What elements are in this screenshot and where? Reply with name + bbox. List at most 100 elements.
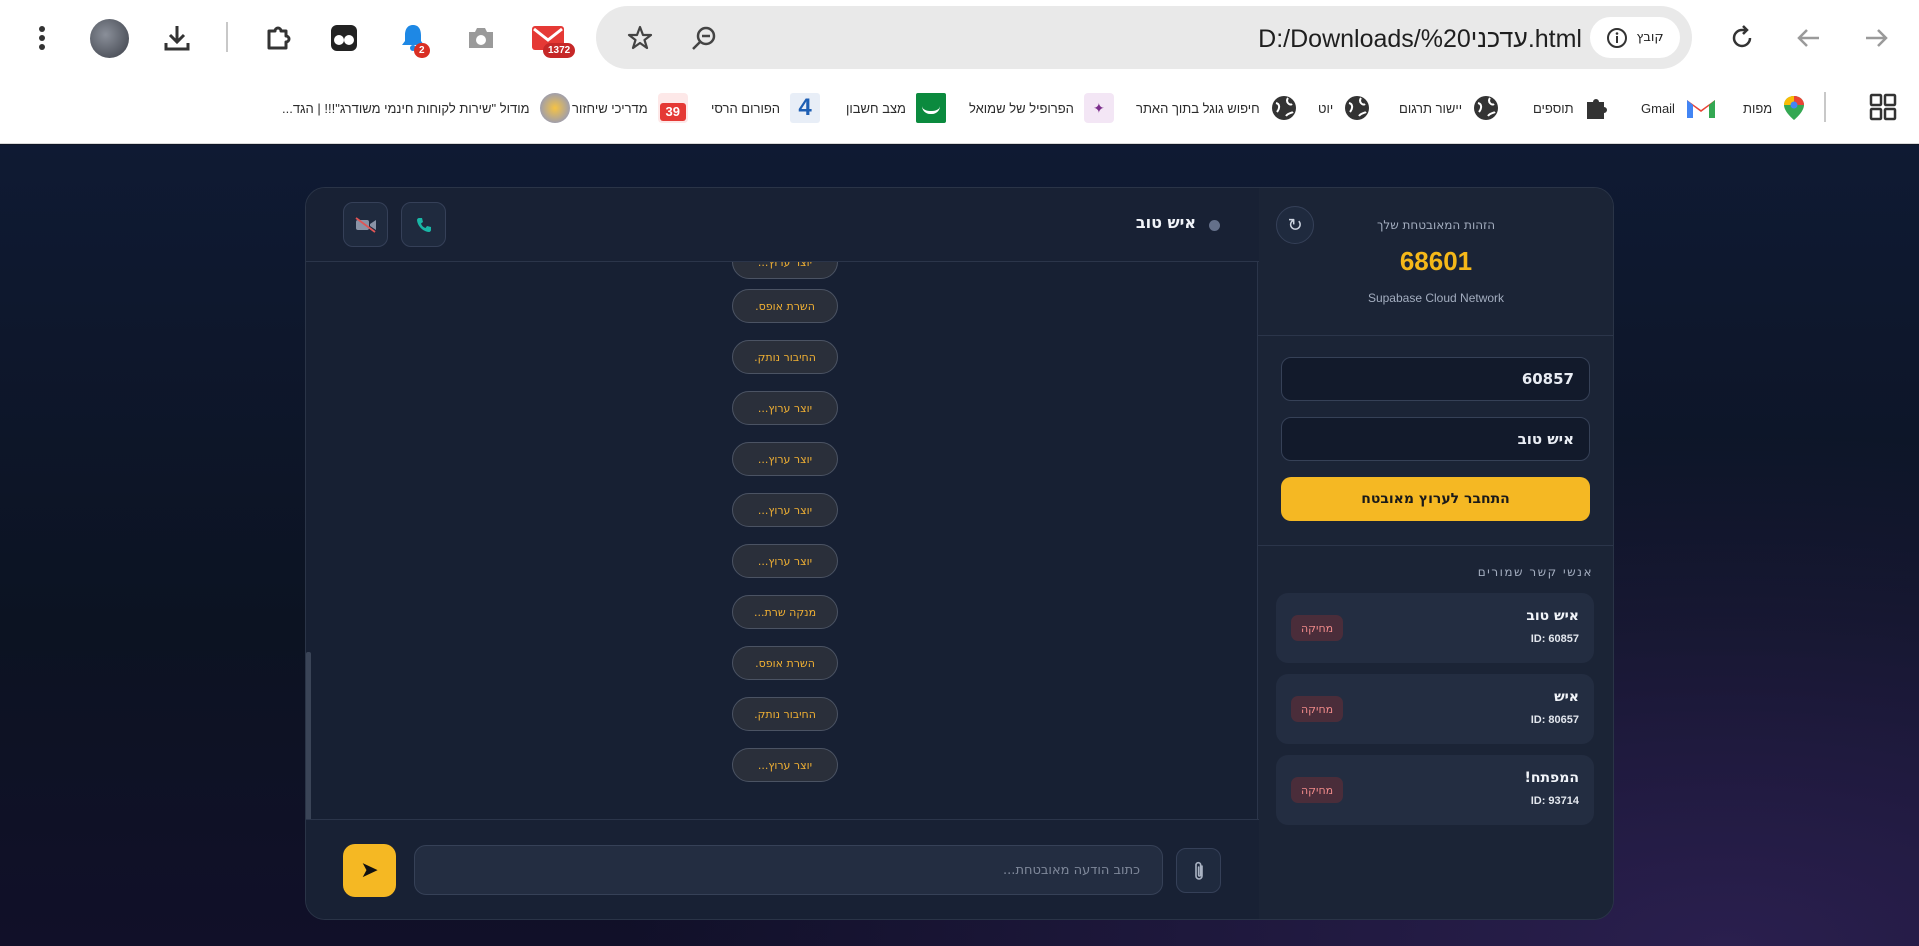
network-name: Supabase Cloud Network bbox=[1367, 291, 1505, 305]
peer-name: איש טוב bbox=[1135, 213, 1196, 232]
video-call-button[interactable] bbox=[343, 202, 388, 247]
contact-name: איש bbox=[1554, 689, 1579, 705]
chat-header: איש טוב bbox=[306, 188, 1259, 262]
system-message-bubble: יוצר ערוץ... bbox=[732, 442, 838, 476]
connect-secure-channel-button[interactable]: התחבר לערוץ מאובטח bbox=[1281, 477, 1590, 521]
bookmark-translation[interactable]: יישור תרגום bbox=[1399, 88, 1500, 128]
phone-icon bbox=[416, 217, 431, 232]
account-site-icon bbox=[915, 93, 946, 123]
identity-label: הזהות המאובטחת שלך bbox=[1376, 218, 1496, 232]
message-composer: ➤ bbox=[306, 819, 1259, 919]
address-bar[interactable]: D:/Downloads/%20עדכני.html קובץ bbox=[596, 6, 1692, 69]
message-input[interactable] bbox=[414, 845, 1163, 895]
bookmark-customer-service-module[interactable]: מודול "שירות לקוחות חינמי משודרג"!!! | ה… bbox=[282, 88, 570, 128]
camera-icon[interactable] bbox=[463, 20, 499, 56]
toolbar-divider bbox=[226, 22, 228, 52]
reload-icon[interactable] bbox=[1724, 20, 1760, 56]
system-message-bubble: השרת אופס. bbox=[732, 646, 838, 680]
bookmark-label: תוספים bbox=[1533, 100, 1574, 116]
delete-contact-button[interactable]: מחיקה bbox=[1291, 777, 1344, 803]
maps-pin-icon bbox=[1784, 96, 1805, 120]
target-id-field[interactable] bbox=[1281, 357, 1590, 401]
bookmark-recovery-guides[interactable]: 39 מדריכי שיחזור bbox=[572, 88, 688, 128]
bookmark-label: הפרופיל של שמואל bbox=[969, 100, 1074, 116]
system-message-bubble: יוצר ערוץ... bbox=[732, 391, 838, 425]
bookmark-google-site-search[interactable]: חיפוש גוגל בתוך האתר bbox=[1136, 88, 1298, 128]
bookmark-label: מודול "שירות לקוחות חינמי משודרג"!!! | ה… bbox=[282, 100, 530, 116]
system-message-bubble: יוצר ערוץ... bbox=[732, 748, 838, 782]
saved-contacts-title: אנשי קשר שמורים bbox=[1477, 565, 1593, 579]
media-extension-icon[interactable] bbox=[326, 20, 362, 56]
bookmark-yut[interactable]: יוט bbox=[1318, 88, 1371, 128]
video-camera-icon bbox=[354, 216, 376, 233]
contact-id: ID: 80657 bbox=[1530, 714, 1579, 726]
delete-contact-button[interactable]: מחיקה bbox=[1291, 696, 1344, 722]
bookmark-label: מפות bbox=[1743, 100, 1773, 116]
paperclip-icon bbox=[1194, 861, 1203, 880]
forward-arrow-icon[interactable] bbox=[1858, 20, 1894, 56]
bookmark-profile[interactable]: ✦ הפרופיל של שמואל bbox=[969, 88, 1114, 128]
back-arrow-icon[interactable] bbox=[1791, 20, 1827, 56]
profile-avatar[interactable] bbox=[90, 19, 129, 58]
secure-chat-app: ↻ הזהות המאובטחת שלך 68601 Supabase Clou… bbox=[305, 187, 1614, 920]
bookmark-star-icon[interactable] bbox=[622, 20, 658, 56]
mail-badge: 1372 bbox=[543, 43, 576, 58]
puzzle-icon bbox=[1586, 99, 1607, 119]
contact-card[interactable]: המפתח! ID: 93714 מחיקה bbox=[1276, 755, 1594, 825]
system-message-bubble: יוצר ערוץ... bbox=[732, 262, 838, 279]
globe-icon bbox=[1474, 96, 1499, 120]
attach-file-button[interactable] bbox=[1176, 848, 1221, 893]
bookmark-label: מדריכי שיחזור bbox=[572, 100, 648, 116]
bookmark-extensions[interactable]: תוספים bbox=[1533, 88, 1610, 128]
site-info-chip[interactable]: קובץ bbox=[1590, 17, 1680, 58]
bookmark-label: יישור תרגום bbox=[1399, 100, 1463, 116]
bookmark-maps[interactable]: מפות bbox=[1743, 88, 1806, 128]
browser-menu-icon[interactable] bbox=[26, 20, 58, 56]
send-arrow-icon: ➤ bbox=[360, 858, 379, 883]
contact-id: ID: 60857 bbox=[1530, 633, 1579, 645]
profile-site-icon: ✦ bbox=[1083, 93, 1114, 123]
bookmark-label: מצב חשבון bbox=[846, 100, 906, 116]
bookmark-label: הפורום הרסי bbox=[711, 100, 780, 116]
bookmark-label: חיפוש גוגל בתוך האתר bbox=[1136, 100, 1260, 116]
bookmark-hrsi-forum[interactable]: 4 הפורום הרסי bbox=[711, 88, 820, 128]
chat-panel: איש טוב יוצר ערוץ... השרת אופס. החיבור נ… bbox=[306, 188, 1259, 919]
bookmarks-divider bbox=[1824, 92, 1826, 122]
guides-site-icon: 39 bbox=[657, 93, 688, 123]
forum-site-icon: 4 bbox=[790, 93, 820, 123]
presence-status-dot bbox=[1209, 220, 1220, 231]
identity-id: 68601 bbox=[1399, 246, 1473, 276]
globe-icon bbox=[1345, 96, 1370, 120]
contact-name: המפתח! bbox=[1524, 770, 1579, 786]
contact-name: איש טוב bbox=[1526, 608, 1579, 624]
bookmark-account-status[interactable]: מצב חשבון bbox=[846, 88, 946, 128]
notification-badge: 2 bbox=[414, 43, 430, 58]
bookmark-label: Gmail bbox=[1641, 100, 1675, 116]
system-message-bubble: החיבור נותק. bbox=[732, 697, 838, 731]
message-list[interactable]: יוצר ערוץ... השרת אופס. החיבור נותק. יוצ… bbox=[306, 262, 1259, 819]
info-icon bbox=[1607, 27, 1628, 48]
sidebar: ↻ הזהות המאובטחת שלך 68601 Supabase Clou… bbox=[1257, 188, 1613, 919]
apps-grid-icon[interactable] bbox=[1866, 90, 1900, 124]
extensions-icon[interactable] bbox=[260, 19, 298, 57]
zoom-icon[interactable] bbox=[686, 20, 722, 56]
system-message-bubble: יוצר ערוץ... bbox=[732, 544, 838, 578]
url-text[interactable]: D:/Downloads/%20עדכני.html bbox=[1258, 25, 1582, 54]
contact-id: ID: 93714 bbox=[1530, 795, 1579, 807]
bookmark-label: יוט bbox=[1318, 100, 1334, 116]
site-chip-label: קובץ bbox=[1636, 30, 1664, 45]
contact-card[interactable]: איש טוב ID: 60857 מחיקה bbox=[1276, 593, 1594, 663]
system-message-bubble: השרת אופס. bbox=[732, 289, 838, 323]
system-message-bubble: יוצר ערוץ... bbox=[732, 493, 838, 527]
delete-contact-button[interactable]: מחיקה bbox=[1291, 615, 1344, 641]
browser-toolbar: 2 1372 D:/Downloads/%20עדכני.html קובץ bbox=[0, 0, 1919, 76]
target-name-field[interactable] bbox=[1281, 417, 1590, 461]
send-button[interactable]: ➤ bbox=[343, 844, 396, 897]
globe-icon bbox=[1271, 96, 1296, 120]
voice-call-button[interactable] bbox=[401, 202, 446, 247]
identity-panel: ↻ הזהות המאובטחת שלך 68601 Supabase Clou… bbox=[1258, 188, 1613, 336]
message-scrollbar[interactable] bbox=[306, 652, 311, 819]
download-icon[interactable] bbox=[159, 20, 195, 56]
contact-card[interactable]: איש ID: 80657 מחיקה bbox=[1276, 674, 1594, 744]
bookmark-gmail[interactable]: Gmail bbox=[1641, 88, 1717, 128]
